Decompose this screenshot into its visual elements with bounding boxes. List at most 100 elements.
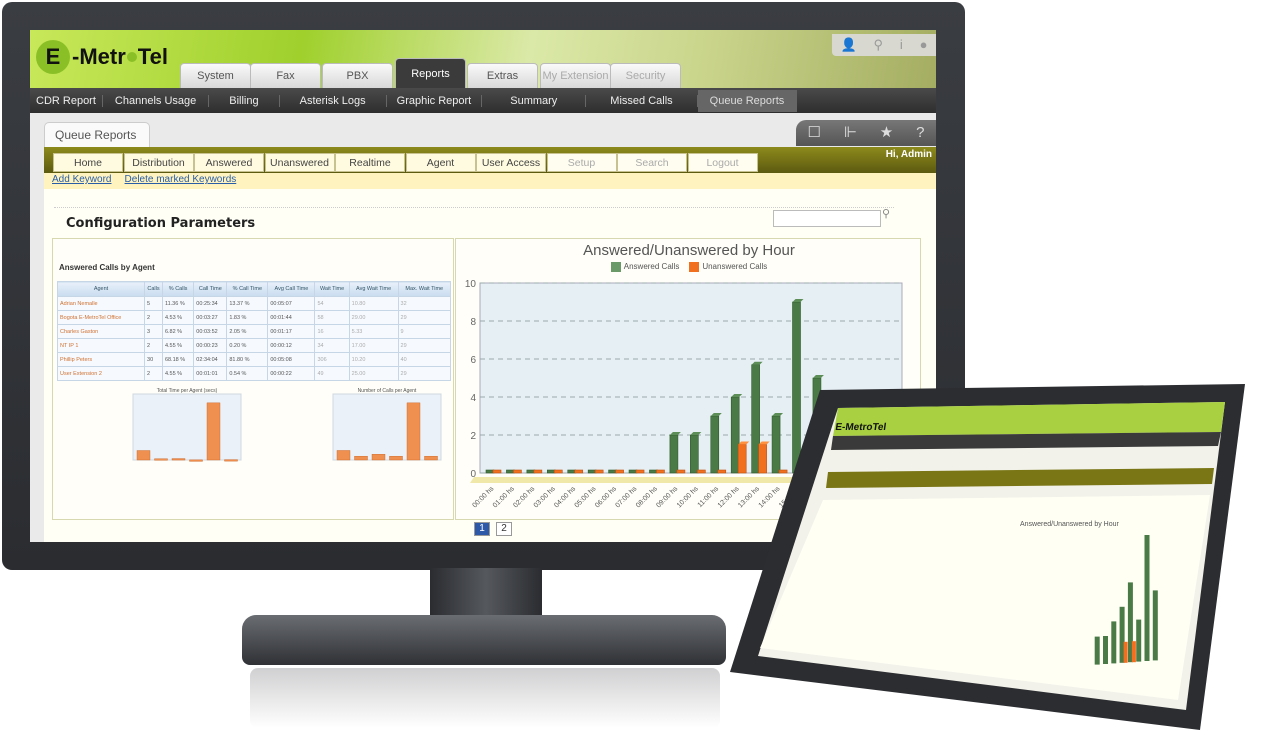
table-cell: 00:03:52 <box>193 324 228 339</box>
user-icon[interactable]: 👤 <box>840 34 856 56</box>
column-header[interactable]: Max. Wait Time <box>397 281 452 297</box>
top-tab-system[interactable]: System <box>180 63 251 88</box>
tablet-bar <box>1103 636 1108 664</box>
table-cell: 00:00:12 <box>267 338 316 353</box>
table-cell[interactable]: Charles Gaston <box>56 324 146 339</box>
bar-unanswered <box>533 469 543 474</box>
top-tab-pbx[interactable]: PBX <box>322 63 393 88</box>
table-cell[interactable]: Bogota E-MetroTel Office <box>56 310 146 325</box>
column-header[interactable]: Call Time <box>193 281 228 297</box>
y-tick-label: 2 <box>470 431 476 442</box>
table-cell: 00:01:17 <box>267 324 316 339</box>
table-cell: 34 <box>314 338 350 353</box>
search-input[interactable] <box>773 210 881 227</box>
table-cell[interactable]: Adrian Nemalle <box>56 296 146 311</box>
header-icons: 👤 ⚲ i ● <box>832 34 936 56</box>
top-tab-extras[interactable]: Extras <box>467 63 538 88</box>
table-cell: 0.20 % <box>226 338 269 353</box>
table-cell: 00:00:23 <box>193 338 228 353</box>
queue-tab-realtime[interactable]: Realtime <box>335 153 405 172</box>
bar <box>171 458 186 461</box>
top-tab-fax[interactable]: Fax <box>250 63 321 88</box>
subnav-billing[interactable]: Billing <box>209 94 280 107</box>
subnav-cdr-report[interactable]: CDR Report <box>30 94 103 107</box>
greeting: Hi, Admin <box>885 149 932 160</box>
page-button[interactable]: 2 <box>496 522 512 536</box>
top-tab-reports[interactable]: Reports <box>395 58 466 88</box>
column-header[interactable]: % Call Time <box>226 281 269 297</box>
queue-menu-bar: Home Distribution Answered Unanswered Realti… <box>44 147 936 173</box>
table-cell: 5.33 <box>348 324 399 339</box>
table-cell: 17.00 <box>348 338 399 353</box>
subnav-queue-reports[interactable]: Queue Reports <box>697 89 798 112</box>
column-header[interactable]: % Calls <box>161 281 195 297</box>
table-cell: 5 <box>144 296 163 311</box>
delete-keywords-link[interactable]: Delete marked Keywords <box>125 174 237 185</box>
star-icon[interactable]: ★ <box>880 120 893 146</box>
queue-tab-unanswered[interactable]: Unanswered <box>264 153 335 172</box>
bar-answered <box>669 434 679 474</box>
search-icon[interactable]: ⚲ <box>874 34 884 56</box>
table-cell: 13.37 % <box>226 296 269 311</box>
y-tick-label: 6 <box>470 355 476 366</box>
subnav-channels-usage[interactable]: Channels Usage <box>103 94 210 107</box>
page-toolbar: ☐ ⊩ ★? <box>796 120 936 146</box>
subnav-asterisk-logs[interactable]: Asterisk Logs <box>280 94 387 107</box>
subnav-graphic-report[interactable]: Graphic Report <box>387 94 483 107</box>
subnav-summary[interactable]: Summary <box>482 94 587 107</box>
bar-answered <box>690 434 699 474</box>
legend-unanswered: Unanswered Calls <box>689 262 767 272</box>
table-row: Adrian Nemalle 5 11.36 % 00:25:34 13.37 % 00:… <box>56 296 452 311</box>
edit-icon[interactable]: ☐ <box>807 120 820 146</box>
chart-legend: Answered Calls Unanswered Calls <box>456 262 922 272</box>
column-header[interactable]: Avg Wait Time <box>348 281 399 297</box>
bar-unanswered <box>554 469 563 474</box>
pin-icon[interactable]: ⊩ <box>844 120 857 146</box>
tab-queue-reports[interactable]: Queue Reports <box>44 122 150 147</box>
drop-icon[interactable]: ● <box>920 34 928 56</box>
calls-per-agent-chart: Number of Calls per Agent <box>332 388 442 461</box>
queue-tab-user-access[interactable]: User Access <box>476 153 546 172</box>
column-header[interactable]: Avg Call Time <box>267 281 316 297</box>
column-header[interactable]: Wait Time <box>314 281 350 297</box>
table-cell: 1.83 % <box>226 310 269 325</box>
queue-tab-agent[interactable]: Agent <box>405 153 476 172</box>
queue-tab-logout[interactable]: Logout <box>687 153 758 172</box>
help-icon[interactable]: ? <box>916 120 924 146</box>
info-icon[interactable]: i <box>900 34 903 56</box>
y-tick-label: 8 <box>470 317 476 328</box>
page-button[interactable]: 1 <box>474 522 490 536</box>
table-cell: 32 <box>397 296 452 311</box>
logo: E -Metr Tel <box>36 40 168 74</box>
legend-answered: Answered Calls <box>610 262 679 272</box>
bar-unanswered <box>492 469 502 474</box>
top-tab-security[interactable]: Security <box>610 63 681 88</box>
pagination: 12 <box>474 522 512 536</box>
column-header[interactable]: Agent <box>56 281 146 297</box>
tablet-bar <box>1136 619 1142 662</box>
queue-tab-answered[interactable]: Answered <box>194 153 264 172</box>
queue-tab-distribution[interactable]: Distribution <box>123 153 194 172</box>
table-cell: 4.53 % <box>161 310 195 325</box>
bar <box>224 459 238 462</box>
table-cell[interactable]: NT IP 1 <box>56 338 146 353</box>
app-header: E -Metr Tel System Fax PBX Reports Extras My Ex… <box>30 30 936 88</box>
queue-tab-home[interactable]: Home <box>53 153 123 172</box>
add-keyword-link[interactable]: Add Keyword <box>52 174 111 185</box>
table-cell: 0.54 % <box>226 366 269 381</box>
column-header[interactable]: Calls <box>144 281 163 297</box>
table-cell[interactable]: User Extension 2 <box>56 366 146 381</box>
section-title: Configuration Parameters <box>66 216 256 231</box>
table-cell: 58 <box>314 310 350 325</box>
subnav-missed-calls[interactable]: Missed Calls <box>586 94 698 107</box>
table-cell[interactable]: Phillip Peters <box>56 352 146 367</box>
top-tab-my-extension[interactable]: My Extension <box>540 63 611 88</box>
table-cell: 29.00 <box>348 310 399 325</box>
bar <box>136 450 151 461</box>
search-icon[interactable]: ⚲ <box>882 207 890 220</box>
table-cell: 40 <box>397 352 452 367</box>
tablet-bar <box>1144 535 1150 661</box>
queue-tab-search[interactable]: Search <box>617 153 687 172</box>
tablet-bar <box>1123 641 1128 663</box>
queue-tab-setup[interactable]: Setup <box>546 153 617 172</box>
